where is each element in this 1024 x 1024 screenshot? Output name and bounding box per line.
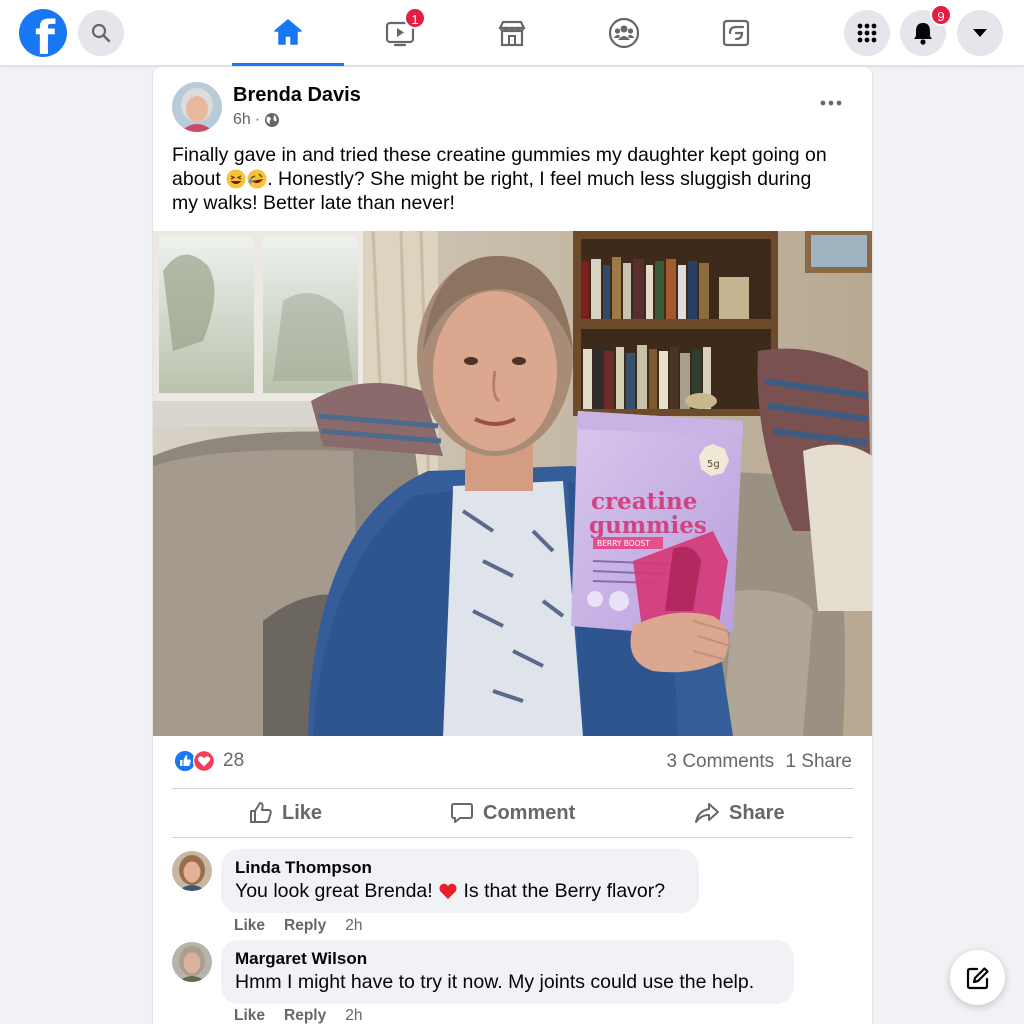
meta-separator: · [254,111,261,128]
more-horizontal-icon [820,100,842,106]
comment-bubble: Linda Thompson You look great Brenda! Is… [221,849,699,913]
package-flavor: BERRY BOOST [597,539,650,548]
compose-icon [966,966,989,989]
divider [172,788,853,789]
comment-like-link[interactable]: Like [234,1007,265,1024]
comment-like-link[interactable]: Like [234,917,265,935]
globe-icon [265,113,280,127]
post-photo-image: creatine gummies BERRY BOOST 5g [153,231,872,736]
comment-text-fragment: Is that the Berry flavor? [458,880,666,902]
post-time[interactable]: 6h [233,111,251,129]
comment-text-fragment: You look great Brenda! [235,880,439,902]
groups-icon [608,17,640,49]
post-text-fragment: about [172,168,227,190]
post-text: Finally gave in and tried these creatine… [172,143,857,215]
comment-text: You look great Brenda! Is that the Berry… [235,878,685,904]
engagement-stats: 3 Comments 1 Share [666,750,852,774]
comment-actions: Like Reply 2h [234,1007,362,1024]
comment-author[interactable]: Margaret Wilson [235,949,780,969]
comment-label: Comment [483,801,576,824]
facebook-logo[interactable]: f [19,9,67,64]
marketplace-icon [498,20,526,47]
bell-icon [914,23,932,45]
grinning-squint-emoji [226,169,246,189]
comment-reply-link[interactable]: Reply [284,917,326,935]
share-label: Share [729,801,785,824]
account-button[interactable] [957,10,1003,56]
comment-bubble: Margaret Wilson Hmm I might have to try … [221,940,794,1004]
tab-watch[interactable]: 1 [344,0,456,66]
commenter-avatar[interactable] [172,851,212,891]
divider [172,837,853,838]
post-text-line: Finally gave in and tried these creatine… [172,144,827,166]
package-line2: gummies [589,512,707,539]
author-avatar[interactable] [172,82,222,132]
post-options-button[interactable] [813,91,849,115]
notifications-badge: 9 [930,4,952,26]
like-button[interactable]: Like [249,796,322,830]
home-icon [274,18,302,45]
comment-actions: Like Reply 2h [234,917,362,935]
reactions-summary[interactable]: 28 [174,750,244,772]
comment-time: 2h [345,1007,363,1024]
comment-time: 2h [345,917,363,934]
share-button[interactable]: Share [694,796,785,830]
comment-button[interactable]: Comment [450,796,575,830]
tab-gaming[interactable] [680,0,792,66]
commenter-avatar-image [172,851,212,891]
caret-down-icon [973,29,987,37]
rolling-laughing-emoji [247,169,267,189]
comment-author[interactable]: Linda Thompson [235,858,685,878]
love-reaction-icon [193,750,215,772]
share-arrow-icon [695,803,719,823]
post-photo[interactable]: creatine gummies BERRY BOOST 5g [153,231,872,736]
commenter-avatar[interactable] [172,942,212,982]
author-avatar-image [172,82,222,132]
post-card: Brenda Davis 6h · Finally gave in and tr… [153,67,872,1024]
tab-groups[interactable] [568,0,680,66]
reaction-count: 28 [223,750,245,771]
notifications-button[interactable]: 9 [900,4,952,56]
gaming-icon [722,19,750,47]
author-name[interactable]: Brenda Davis [233,84,361,107]
comment-reply-link[interactable]: Reply [284,1007,326,1024]
watch-badge: 1 [404,7,426,29]
post-text-fragment: . Honestly? She might be right, I feel m… [267,168,812,190]
tab-home[interactable] [232,0,344,66]
shares-count-link[interactable]: 1 Share [785,751,852,772]
thumbs-up-icon [250,802,272,823]
post-meta: 6h · [233,111,280,129]
comment-icon [451,803,473,823]
like-label: Like [282,801,323,824]
search-button[interactable] [78,10,124,56]
package-badge: 5g [707,459,720,470]
top-navigation-bar: f 1 9 [0,0,1024,66]
comment-text: Hmm I might have to try it now. My joint… [235,971,755,993]
red-heart-emoji [439,883,457,899]
new-message-button[interactable] [950,950,1005,1005]
search-icon [91,23,111,43]
menu-button[interactable] [844,10,890,56]
comments-count-link[interactable]: 3 Comments [666,751,774,772]
commenter-avatar-image [172,942,212,982]
post-text-line: about . Honestly? She might be right, I … [172,167,857,191]
grid-menu-icon [857,23,877,43]
tab-marketplace[interactable] [456,0,568,66]
post-text-line: my walks! Better late than never! [172,192,455,214]
package-line1: creatine [591,488,697,515]
